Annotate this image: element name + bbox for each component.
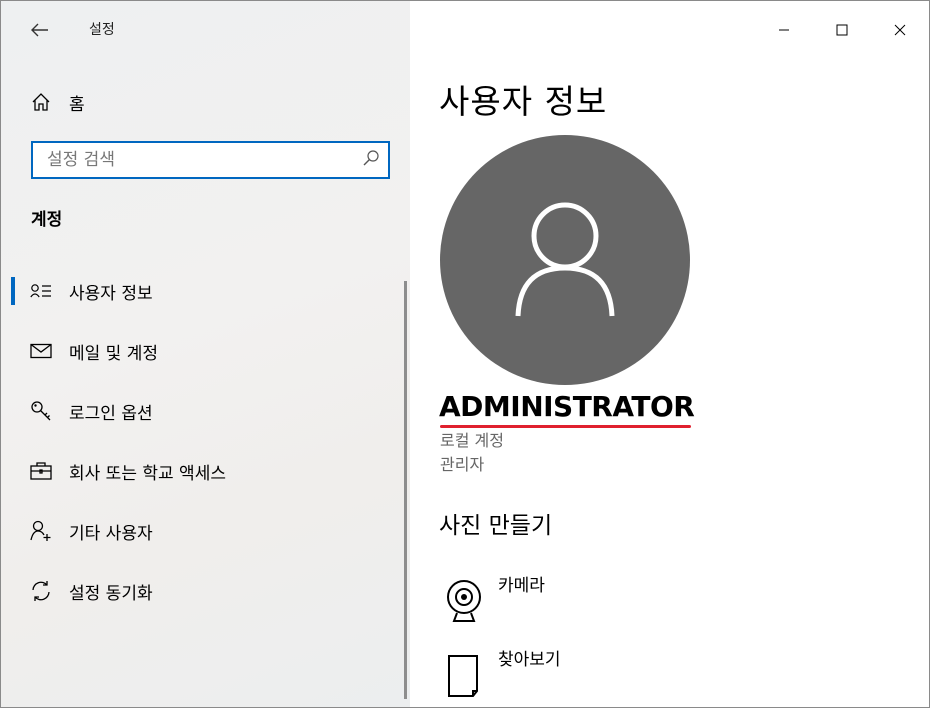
sidebar-item-sign-in[interactable]: 로그인 옵션 (1, 381, 401, 441)
sidebar-item-home[interactable]: 홈 (21, 85, 381, 119)
sidebar-item-mail[interactable]: 메일 및 계정 (1, 321, 401, 381)
back-button[interactable] (23, 13, 57, 47)
page-title: 사용자 정보 (439, 82, 608, 121)
browse-option[interactable]: 찾아보기 (440, 645, 740, 705)
sidebar: 설정 홈 계정 (1, 1, 410, 707)
create-photo-title: 사진 만들기 (439, 513, 553, 539)
camera-option[interactable]: 카메라 (440, 571, 740, 631)
account-role: 관리자 (440, 455, 485, 474)
mail-icon (29, 339, 53, 363)
webcam-icon (440, 571, 488, 627)
user-silhouette-icon (515, 202, 615, 317)
browse-label: 찾아보기 (498, 650, 561, 670)
back-arrow-icon (31, 23, 48, 37)
selection-indicator (11, 277, 15, 305)
sidebar-item-label: 메일 및 계정 (69, 343, 159, 364)
account-type: 로컬 계정 (440, 431, 504, 450)
briefcase-icon (29, 459, 53, 483)
sidebar-nav: 사용자 정보 메일 및 계정 로그인 옵션 회사 또는 학교 액세스 기타 사용… (1, 261, 401, 621)
add-user-icon (29, 519, 53, 543)
sidebar-item-label: 사용자 정보 (69, 283, 153, 304)
sidebar-item-sync[interactable]: 설정 동기화 (1, 561, 401, 621)
sidebar-item-label: 설정 동기화 (69, 583, 153, 604)
settings-window: 설정 홈 계정 (0, 0, 930, 708)
file-browse-icon (440, 645, 488, 701)
sidebar-scrollbar[interactable] (404, 281, 407, 699)
home-icon (21, 92, 61, 112)
sidebar-item-label: 로그인 옵션 (69, 403, 153, 424)
avatar (440, 135, 690, 385)
sidebar-item-label: 기타 사용자 (69, 523, 153, 544)
app-title: 설정 (89, 22, 115, 38)
user-info-icon (29, 279, 53, 303)
username: ADMINISTRATOR (439, 390, 695, 423)
main-content: 사용자 정보 ADMINISTRATOR 로컬 계정 관리자 사진 만들기 카메… (410, 1, 929, 707)
sidebar-item-label: 회사 또는 학교 액세스 (69, 463, 226, 484)
sync-icon (29, 579, 53, 603)
home-label: 홈 (69, 94, 85, 115)
search-icon[interactable] (362, 149, 380, 171)
search-input[interactable] (47, 150, 347, 170)
sidebar-item-work-access[interactable]: 회사 또는 학교 액세스 (1, 441, 401, 501)
camera-label: 카메라 (498, 576, 545, 596)
search-box[interactable] (31, 141, 390, 179)
sidebar-item-user-info[interactable]: 사용자 정보 (1, 261, 401, 321)
key-icon (29, 399, 53, 423)
sidebar-item-other-users[interactable]: 기타 사용자 (1, 501, 401, 561)
section-title: 계정 (31, 210, 63, 230)
